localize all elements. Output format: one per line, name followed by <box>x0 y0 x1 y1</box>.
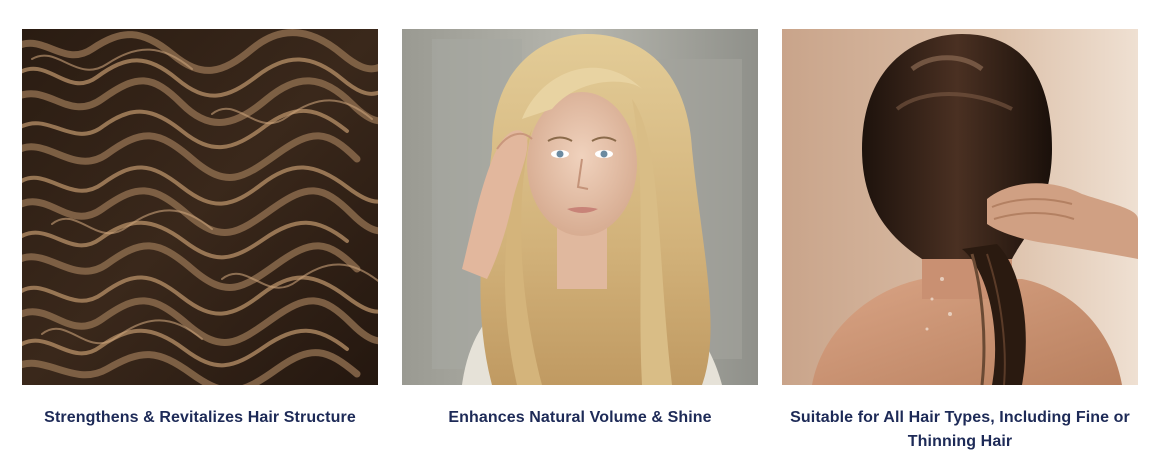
feature-grid: Strengthens & Revitalizes Hair Structure <box>22 29 1138 454</box>
wet-hair-back-view-photo <box>782 29 1138 385</box>
feature-caption-volume: Enhances Natural Volume & Shine <box>448 409 712 426</box>
blonde-woman-portrait-photo <box>402 29 758 385</box>
feature-caption-structure: Strengthens & Revitalizes Hair Structure <box>44 409 356 426</box>
feature-card-structure: Strengthens & Revitalizes Hair Structure <box>22 29 378 454</box>
feature-caption-hair-types: Suitable for All Hair Types, Including F… <box>790 409 1130 450</box>
feature-card-volume: Enhances Natural Volume & Shine <box>402 29 758 454</box>
feature-card-hair-types: Suitable for All Hair Types, Including F… <box>782 29 1138 454</box>
curly-hair-texture-photo <box>22 29 378 385</box>
